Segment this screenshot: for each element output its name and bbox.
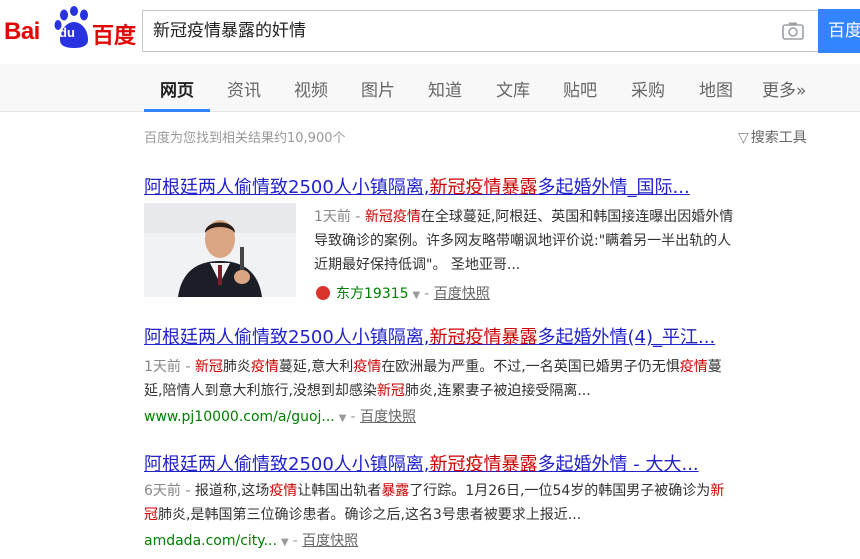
title-highlight: 新冠疫情暴露 — [429, 327, 538, 348]
title-text: 多起婚外情 - 大大... — [537, 454, 699, 475]
snippet-text: 蔓延,意大利 — [278, 359, 354, 375]
tab-video[interactable]: 视频 — [294, 76, 328, 101]
source-logo-icon — [316, 286, 330, 300]
dropdown-arrow-icon[interactable]: ▼ — [281, 537, 289, 548]
snippet-highlight: 新冠 — [376, 383, 405, 399]
snippet-text: 延,陪情人到意大利旅行,没想到却感染 — [144, 383, 377, 399]
snippet-text: 让韩国出轨者 — [297, 483, 382, 499]
snapshot-link[interactable]: 百度快照 — [302, 533, 358, 549]
snippet-text: 了行踪。1月26日,一位54岁的韩国男子被确诊为 — [409, 483, 711, 499]
snippet-highlight: 疫情 — [250, 359, 279, 375]
snippet-text: 肺炎,连累妻子被迫接受隔离... — [404, 383, 591, 399]
title-text: 阿根廷两人偷情致2500人小镇隔离, — [144, 454, 430, 475]
tab-caigou[interactable]: 采购 — [631, 76, 665, 101]
snippet-highlight: 疫情 — [269, 483, 298, 499]
snapshot-link[interactable]: 百度快照 — [360, 409, 416, 425]
filter-funnel-icon: ▽ — [738, 130, 749, 146]
snippet-text: 导致确诊的案例。许多网友略带嘲讽地评价说:"瞒着另一半出轨的人 — [314, 233, 732, 249]
snippet-text: 近期最好保持低调"。 圣地亚哥... — [314, 257, 521, 273]
result-title-3[interactable]: 阿根廷两人偷情致2500人小镇隔离,新冠疫情暴露多起婚外情 - 大大... — [144, 450, 699, 476]
result-source-line-1: 东方19315 ▼ - 百度快照 — [316, 283, 490, 303]
baidu-logo[interactable]: Bai du 百度 — [4, 6, 136, 50]
logo-du-text: du — [59, 25, 75, 40]
snippet-highlight: 疫情 — [679, 359, 708, 375]
result-thumbnail[interactable] — [144, 203, 296, 297]
result-url[interactable]: www.pj10000.com/a/guoj... — [144, 409, 335, 425]
result-snippet-1: 1天前 - 新冠疫情在全球蔓延,阿根廷、英国和韩国接连曝出因婚外情 导致确诊的案… — [314, 205, 814, 277]
dropdown-arrow-icon[interactable]: ▼ — [413, 290, 421, 301]
tab-web[interactable]: 网页 — [160, 76, 194, 101]
snippet-text: 肺炎 — [222, 359, 251, 375]
title-text: 多起婚外情(4)_平江... — [537, 327, 716, 348]
result-title-2[interactable]: 阿根廷两人偷情致2500人小镇隔离,新冠疫情暴露多起婚外情(4)_平江... — [144, 323, 715, 349]
snippet-highlight: 暴露 — [381, 483, 410, 499]
title-text: 阿根廷两人偷情致2500人小镇隔离, — [144, 177, 430, 198]
search-box[interactable]: 新冠疫情暴露的奸情 — [142, 10, 818, 52]
tab-map[interactable]: 地图 — [699, 76, 733, 101]
dropdown-arrow-icon[interactable]: ▼ — [339, 413, 347, 424]
snippet-highlight: 新冠疫情 — [364, 209, 421, 225]
snippet-text: 报道称,这场 — [194, 483, 270, 499]
logo-bai-text: Bai — [4, 18, 40, 45]
result-date: 1天前 - — [314, 209, 365, 225]
result-title-1[interactable]: 阿根廷两人偷情致2500人小镇隔离,新冠疫情暴露多起婚外情_国际... — [144, 173, 690, 199]
tab-wenku[interactable]: 文库 — [496, 76, 530, 101]
result-date: 6天前 - — [144, 483, 195, 499]
tab-images[interactable]: 图片 — [361, 76, 395, 101]
title-highlight: 新冠疫情暴露 — [429, 177, 538, 198]
result-count: 百度为您找到相关结果约10,900个 — [144, 131, 346, 146]
tab-more[interactable]: 更多» — [762, 76, 806, 101]
result-snippet-3: 6天前 - 报道称,这场疫情让韩国出轨者暴露了行踪。1月26日,一位54岁的韩国… — [144, 479, 824, 527]
camera-icon[interactable] — [781, 21, 805, 41]
snapshot-link[interactable]: 百度快照 — [434, 286, 490, 302]
result-url-line-2: www.pj10000.com/a/guoj... ▼ - 百度快照 — [144, 409, 416, 425]
tab-news[interactable]: 资讯 — [227, 76, 261, 101]
title-text: 多起婚外情_国际... — [537, 177, 690, 198]
result-date: 1天前 - — [144, 359, 195, 375]
result-url[interactable]: amdada.com/city... — [144, 533, 277, 549]
header: Bai du 百度 新冠疫情暴露的奸情 百度一下 — [0, 0, 860, 64]
title-text: 阿根廷两人偷情致2500人小镇隔离, — [144, 327, 430, 348]
search-tools-label: 搜索工具 — [750, 130, 807, 146]
active-tab-indicator — [144, 109, 210, 112]
title-highlight: 新冠疫情暴露 — [429, 454, 538, 475]
snippet-text: 蔓 — [707, 359, 722, 375]
search-input[interactable]: 新冠疫情暴露的奸情 — [153, 11, 773, 51]
search-tools-button[interactable]: ▽ 搜索工具 — [738, 127, 807, 147]
man-portrait-image — [144, 203, 296, 297]
search-category-nav: 网页 资讯 视频 图片 知道 文库 贴吧 采购 地图 更多» — [0, 64, 860, 112]
tab-zhidao[interactable]: 知道 — [428, 76, 462, 101]
source-name[interactable]: 东方19315 — [336, 286, 409, 302]
snippet-text: 在欧洲最为严重。不过,一名英国已婚男子仍无惧 — [381, 359, 680, 375]
snippet-text: 在全球蔓延,阿根廷、英国和韩国接连曝出因婚外情 — [420, 209, 734, 225]
logo-baidu-text: 百度 — [92, 24, 137, 49]
snippet-text: 肺炎,是韩国第三位确诊患者。确诊之后,这名3号患者被要求上报近... — [158, 507, 582, 523]
tab-tieba[interactable]: 贴吧 — [563, 76, 597, 101]
result-url-line-3: amdada.com/city... ▼ - 百度快照 — [144, 533, 359, 549]
search-button[interactable]: 百度一下 — [818, 9, 860, 53]
result-snippet-2: 1天前 - 新冠肺炎疫情蔓延,意大利疫情在欧洲最为严重。不过,一名英国已婚男子仍… — [144, 355, 824, 403]
snippet-highlight: 新 — [710, 483, 725, 499]
snippet-highlight: 新冠 — [194, 359, 223, 375]
snippet-highlight: 冠 — [144, 507, 158, 523]
snippet-highlight: 疫情 — [353, 359, 382, 375]
